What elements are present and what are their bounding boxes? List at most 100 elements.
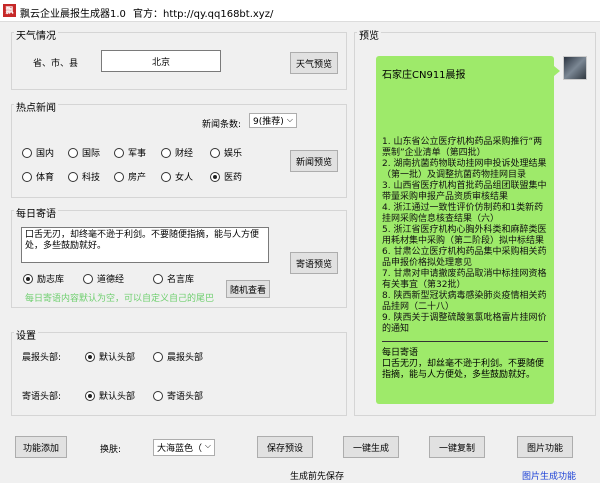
greeting-textarea[interactable]: 口舌无刃，却终毫不逊于利剑。不要随便指摘，能与人方便处，多些鼓励就好。 (21, 227, 269, 263)
greeting-preview-button[interactable]: 寄语预览 (290, 252, 338, 274)
radio-indicator (161, 147, 171, 158)
settings-group: 设置 (11, 327, 347, 416)
news-category-radio[interactable]: 财经 (161, 146, 193, 159)
radio-label: 励志库 (37, 275, 65, 285)
skin-select[interactable]: 大海蓝色（ ⌵ (153, 439, 215, 456)
save-preset-button[interactable]: 保存预设 (257, 436, 313, 458)
news-group-title: 热点新闻 (14, 99, 58, 114)
radio-indicator (114, 147, 124, 158)
news-category-radio[interactable]: 国际 (68, 146, 100, 159)
radio-label: 国内 (36, 149, 55, 159)
greet-head-radio[interactable]: 默认头部 (85, 389, 135, 402)
radio-indicator (22, 171, 32, 182)
report-head-label: 晨报头部: (22, 353, 62, 363)
window-title: 飘云企业晨报生成器1.0 (20, 9, 126, 20)
skin-value: 大海蓝色（ (157, 444, 203, 454)
greeting-source-radio[interactable]: 名言库 (153, 272, 194, 285)
greeting-hint: 每日寄语内容默认为空，可以自定义自己的尾巴 (25, 294, 215, 304)
news-category-radio[interactable]: 女人 (161, 170, 193, 183)
title-bar: 飘 飘云企业晨报生成器1.0 官方：http://qy.qq168bt.xyz/ (0, 0, 600, 22)
bubble-arrow (554, 66, 560, 76)
radio-indicator (23, 273, 33, 284)
preview-group-title: 预览 (357, 27, 381, 42)
news-category-radio[interactable]: 房产 (114, 170, 146, 183)
radio-indicator (161, 171, 171, 182)
list-item: 4. 浙江通过一致性评价仿制药和1类新药挂网采购信息核查结果（六） (382, 203, 544, 224)
radio-indicator (68, 147, 78, 158)
greeting-group-title: 每日寄语 (14, 205, 58, 220)
preview-message-bubble: 石家庄CN911晨报 1. 山东省公立医疗机构药品采购推行“两票制”企业清单（第… (376, 56, 554, 404)
avatar (563, 56, 587, 80)
one-click-generate-button[interactable]: 一键生成 (343, 436, 399, 458)
skin-label: 换肤: (100, 445, 122, 455)
status-text: 生成前先保存 (290, 472, 345, 482)
image-status-link[interactable]: 图片生成功能 (522, 469, 576, 482)
chevron-down-icon: ⌵ (204, 441, 211, 450)
radio-indicator (85, 390, 95, 401)
radio-label: 军事 (128, 149, 147, 159)
radio-indicator (153, 273, 163, 284)
radio-indicator (210, 147, 220, 158)
news-count-select[interactable]: 9(推荐) ⌵ (249, 113, 297, 128)
preview-news-list: 1. 山东省公立医疗机构药品采购推行“两票制”企业清单（第四批） 2. 湖南抗菌… (382, 137, 548, 335)
news-category-radio[interactable]: 科技 (68, 170, 100, 183)
radio-label: 国际 (82, 149, 101, 159)
news-category-radio[interactable]: 军事 (114, 146, 146, 159)
list-item: 3. 山西省医疗机构首批药品组团联盟集中带量采购申报产品资质审核结果 (382, 181, 547, 202)
radio-label: 晨报头部 (167, 353, 204, 363)
preview-greet-text: 口舌无刃，却丝毫不逊于利剑。不要随便指摘，能与人方便处，多些鼓励就好。 (382, 359, 545, 380)
radio-label: 名言库 (167, 275, 195, 285)
news-category-radio[interactable]: 国内 (22, 146, 54, 159)
radio-label: 寄语头部 (167, 392, 204, 402)
preview-divider (382, 341, 548, 342)
radio-indicator (22, 147, 32, 158)
weather-group-title: 天气情况 (14, 27, 58, 42)
app-logo-icon: 飘 (3, 4, 16, 17)
official-site-label: 官方：http://qy.qq168bt.xyz/ (133, 9, 274, 20)
radio-indicator (210, 171, 220, 182)
one-click-copy-button[interactable]: 一键复制 (429, 436, 485, 458)
radio-indicator (83, 273, 93, 284)
radio-indicator (68, 171, 78, 182)
list-item: 1. 山东省公立医疗机构药品采购推行“两票制”企业清单（第四批） (382, 137, 543, 158)
image-feature-button[interactable]: 图片功能 (517, 436, 573, 458)
greeting-source-radio[interactable]: 道德经 (83, 272, 124, 285)
radio-indicator (153, 351, 163, 362)
report-head-radio[interactable]: 默认头部 (85, 350, 135, 363)
news-count-label: 新闻条数: (202, 120, 242, 130)
news-category-radio[interactable]: 医药 (210, 170, 242, 183)
radio-label: 医药 (224, 173, 243, 183)
greet-head-radio[interactable]: 寄语头部 (153, 389, 203, 402)
preview-title: 石家庄CN911晨报 (382, 70, 466, 81)
list-item: 6. 甘肃公立医疗机构药品集中采购相关药品申报价格拟处理意见 (382, 247, 547, 268)
radio-label: 女人 (175, 173, 194, 183)
settings-group-title: 设置 (14, 327, 38, 342)
weather-preview-button[interactable]: 天气预览 (290, 52, 338, 74)
radio-label: 娱乐 (224, 149, 243, 159)
radio-label: 默认头部 (99, 392, 136, 402)
add-feature-button[interactable]: 功能添加 (15, 436, 67, 458)
news-count-value: 9(推荐) (253, 117, 284, 127)
chevron-down-icon: ⌵ (286, 115, 293, 124)
location-input[interactable]: 北京 (101, 50, 221, 72)
list-item: 7. 甘肃对申请撤废药品取消中标挂网资格有关事宜（第32批） (382, 269, 547, 290)
radio-label: 体育 (36, 173, 55, 183)
report-head-radio[interactable]: 晨报头部 (153, 350, 203, 363)
list-item: 5. 浙江省医疗机构心胸外科类和麻醉类医用耗材集中采购（第二阶段）拟中标结果 (382, 225, 547, 246)
radio-label: 财经 (175, 149, 194, 159)
preview-greet-label: 每日寄语 (382, 348, 419, 358)
radio-label: 道德经 (97, 275, 125, 285)
radio-label: 房产 (128, 173, 147, 183)
news-category-radio[interactable]: 体育 (22, 170, 54, 183)
greeting-source-radio[interactable]: 励志库 (23, 272, 64, 285)
list-item: 8. 陕西新型冠状病毒感染肺炎疫情相关药品挂网（二十八） (382, 291, 547, 312)
random-view-button[interactable]: 随机查看 (226, 280, 270, 298)
location-label: 省、市、县 (33, 59, 79, 69)
list-item: 9. 陕西关于调整硫酸氢氯吡格雷片挂网价的通知 (382, 313, 547, 334)
news-category-radio[interactable]: 娱乐 (210, 146, 242, 159)
list-item: 2. 湖南抗菌药物联动挂网申投诉处理结果（第一批）及调整抗菌药物挂网目录 (382, 159, 547, 180)
news-preview-button[interactable]: 新闻预览 (290, 150, 338, 172)
radio-indicator (85, 351, 95, 362)
greet-head-label: 寄语头部: (22, 392, 62, 402)
radio-indicator (114, 171, 124, 182)
